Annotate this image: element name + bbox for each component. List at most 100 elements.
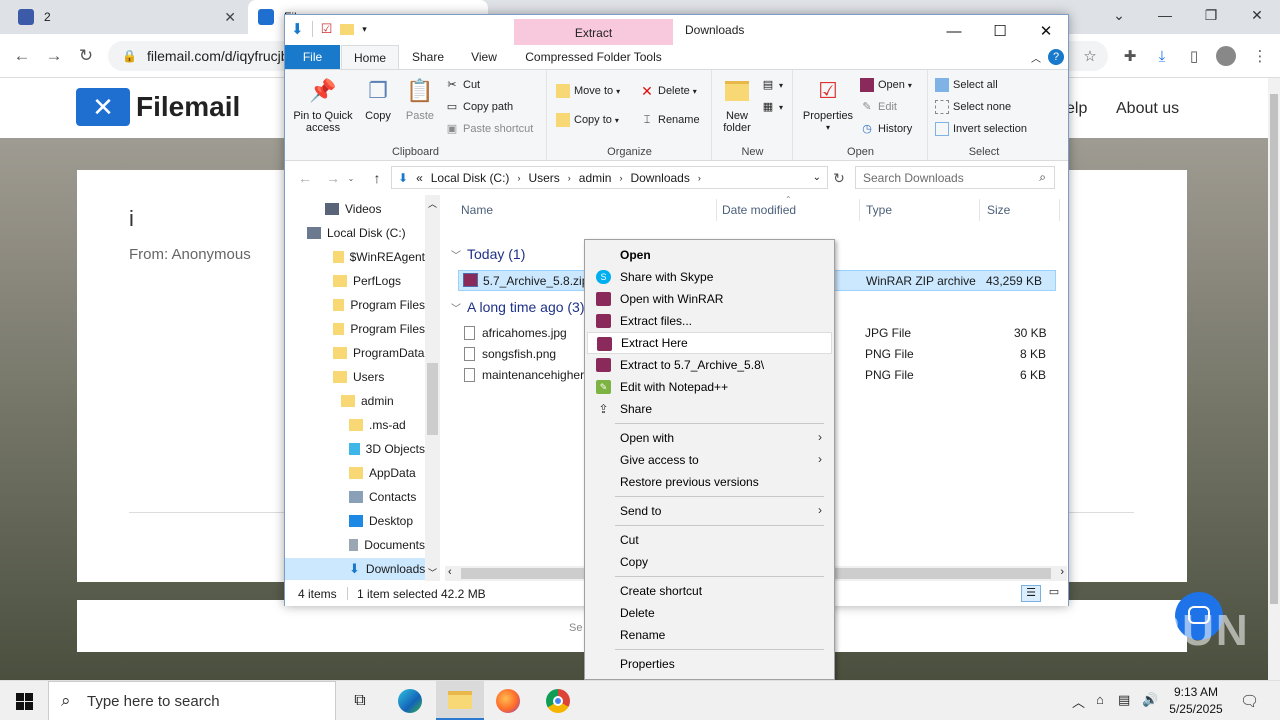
chrome-app[interactable] xyxy=(534,681,582,720)
notifications-icon[interactable]: 🗨 xyxy=(1240,692,1259,710)
nav-pane-scrollbar[interactable]: ︿ ﹀ xyxy=(425,195,440,581)
context-menu-item[interactable]: Open xyxy=(587,244,832,266)
nav-item[interactable]: ProgramData xyxy=(285,342,425,364)
network-icon[interactable]: ▤ xyxy=(1118,692,1130,708)
recent-locations-icon[interactable]: ⌄ xyxy=(345,166,357,190)
tab-home[interactable]: Home xyxy=(341,45,399,69)
context-menu-item[interactable]: S Share with Skype xyxy=(587,266,832,288)
context-menu-item[interactable]: Open with WinRAR xyxy=(587,288,832,310)
tab-search-icon[interactable]: ⌄ xyxy=(1096,0,1142,30)
explorer-close-icon[interactable]: ✕ xyxy=(1023,17,1069,45)
scroll-right-arrow-icon[interactable]: › xyxy=(1060,566,1064,578)
collapse-ribbon-icon[interactable]: ︿ xyxy=(1029,45,1043,69)
nav-item[interactable]: Documents xyxy=(285,534,425,556)
context-menu-item[interactable]: Extract to 5.7_Archive_5.8\ xyxy=(587,354,832,376)
cut-button[interactable]: ✂ Cut xyxy=(445,78,480,92)
new-folder-button[interactable]: New folder xyxy=(715,76,759,134)
context-menu-item[interactable]: Send to › xyxy=(587,500,832,522)
start-button[interactable] xyxy=(0,681,48,720)
pin-to-quick-access-button[interactable]: 📌 Pin to Quick access xyxy=(291,76,355,135)
nav-item[interactable]: Local Disk (C:) xyxy=(285,222,425,244)
crumb-admin[interactable]: admin xyxy=(579,171,612,185)
qat-dropdown-icon[interactable]: ▾ xyxy=(362,24,367,35)
tab-file[interactable]: File xyxy=(285,45,340,69)
nav-item[interactable]: admin xyxy=(285,390,425,412)
new-folder-qat-icon[interactable] xyxy=(340,23,355,35)
explorer-minimize-icon[interactable]: — xyxy=(931,17,977,45)
close-icon[interactable]: ✕ xyxy=(1234,0,1280,30)
browser-tab[interactable]: 2 ✕ xyxy=(8,0,246,34)
explorer-maximize-icon[interactable]: ☐ xyxy=(977,17,1023,45)
group-header-long-ago[interactable]: ﹀ A long time ago (3) xyxy=(451,299,585,315)
nav-item[interactable]: Desktop xyxy=(285,510,425,532)
downloads-icon[interactable]: ⤓ xyxy=(1150,44,1174,68)
easy-access-button[interactable]: ▦ ▾ xyxy=(761,100,783,114)
paste-shortcut-button[interactable]: ▣ Paste shortcut xyxy=(445,122,534,136)
usb-icon[interactable]: ⌂ xyxy=(1096,692,1104,707)
context-menu-item[interactable]: Create shortcut xyxy=(587,580,832,602)
extensions-icon[interactable]: ✚ xyxy=(1118,44,1142,68)
column-header-size[interactable]: Size xyxy=(987,203,1010,217)
file-explorer-app[interactable] xyxy=(436,681,484,720)
explorer-back-button[interactable]: ← xyxy=(293,166,317,190)
volume-icon[interactable]: 🔊 xyxy=(1142,692,1158,708)
show-hidden-icons-icon[interactable]: ︿ xyxy=(1072,692,1085,711)
copy-button[interactable]: ❐ Copy xyxy=(361,76,395,123)
scrollbar-thumb[interactable] xyxy=(1270,94,1278,604)
nav-item[interactable]: ⬇ Downloads xyxy=(285,558,425,580)
column-divider[interactable] xyxy=(859,199,860,221)
nav-item[interactable]: .ms-ad xyxy=(285,414,425,436)
delete-button[interactable]: ✕ Delete ▾ xyxy=(640,84,697,98)
address-dropdown-icon[interactable]: ⌄ xyxy=(813,172,821,183)
nav-item[interactable]: $WinREAgent xyxy=(285,246,425,268)
crumb-users[interactable]: Users xyxy=(528,171,559,185)
column-divider[interactable] xyxy=(1059,199,1060,221)
reload-button[interactable]: ↻ xyxy=(74,44,98,68)
page-scrollbar[interactable] xyxy=(1268,78,1280,680)
invert-selection-button[interactable]: Invert selection xyxy=(935,122,1027,136)
nav-link-help[interactable]: elp xyxy=(1066,100,1087,118)
context-menu-item[interactable]: Restore previous versions xyxy=(587,471,832,493)
select-none-button[interactable]: Select none xyxy=(935,100,1011,114)
rename-button[interactable]: ⌶ Rename xyxy=(640,113,700,127)
explorer-address-box[interactable]: ⬇ « Local Disk (C:) › Users › admin › Do… xyxy=(391,166,828,189)
restore-icon[interactable]: ❐ xyxy=(1188,0,1234,30)
edge-app[interactable] xyxy=(386,681,434,720)
forward-button[interactable]: → xyxy=(42,44,66,68)
nav-link-about[interactable]: About us xyxy=(1116,100,1179,118)
task-view-button[interactable]: ⧉ xyxy=(336,681,384,720)
group-collapse-icon[interactable]: ﹀ xyxy=(451,247,461,262)
column-header-date[interactable]: Date modified xyxy=(722,203,796,217)
properties-button[interactable]: ☑ Properties ▾ xyxy=(800,76,856,134)
taskbar-search-box[interactable]: ⌕ Type here to search xyxy=(48,681,336,720)
firefox-app[interactable] xyxy=(484,681,532,720)
explorer-search-input[interactable]: Search Downloads ⌕ xyxy=(855,166,1055,189)
profile-avatar[interactable] xyxy=(1214,44,1238,68)
minimize-icon[interactable]: — xyxy=(1142,0,1188,30)
crumb-local-disk[interactable]: Local Disk (C:) xyxy=(431,171,510,185)
move-to-button[interactable]: Move to ▾ xyxy=(556,84,620,98)
large-icons-view-icon[interactable]: ▭ xyxy=(1045,585,1063,602)
help-icon[interactable]: ? xyxy=(1048,45,1064,69)
details-view-icon[interactable]: ☰ xyxy=(1021,585,1041,602)
context-menu-item[interactable]: Properties xyxy=(587,653,832,675)
side-panel-icon[interactable]: ▯ xyxy=(1182,44,1206,68)
site-info-icon[interactable]: 🔒 xyxy=(122,49,137,63)
explorer-forward-button[interactable]: → xyxy=(321,166,345,190)
bookmark-star-icon[interactable]: ☆ xyxy=(1078,44,1102,68)
context-menu-item[interactable]: ✎ Edit with Notepad++ xyxy=(587,376,832,398)
nav-item[interactable]: Users xyxy=(285,366,425,388)
history-button[interactable]: ◷ History xyxy=(860,122,912,136)
tab-view[interactable]: View xyxy=(461,45,507,69)
tab-close-icon[interactable]: ✕ xyxy=(224,9,236,26)
filemail-logo[interactable]: ✕ Filemail xyxy=(76,88,240,126)
group-collapse-icon[interactable]: ﹀ xyxy=(451,300,461,315)
nav-item[interactable]: 3D Objects xyxy=(285,438,425,460)
scroll-up-arrow-icon[interactable]: ︿ xyxy=(428,197,437,210)
scrollbar-thumb[interactable] xyxy=(427,363,438,435)
new-item-button[interactable]: ▤ ▾ xyxy=(761,78,783,92)
nav-item[interactable]: Contacts xyxy=(285,486,425,508)
context-menu-item[interactable]: Rename xyxy=(587,624,832,646)
context-menu-item[interactable]: Extract Here xyxy=(587,332,832,354)
column-divider[interactable] xyxy=(716,199,717,221)
